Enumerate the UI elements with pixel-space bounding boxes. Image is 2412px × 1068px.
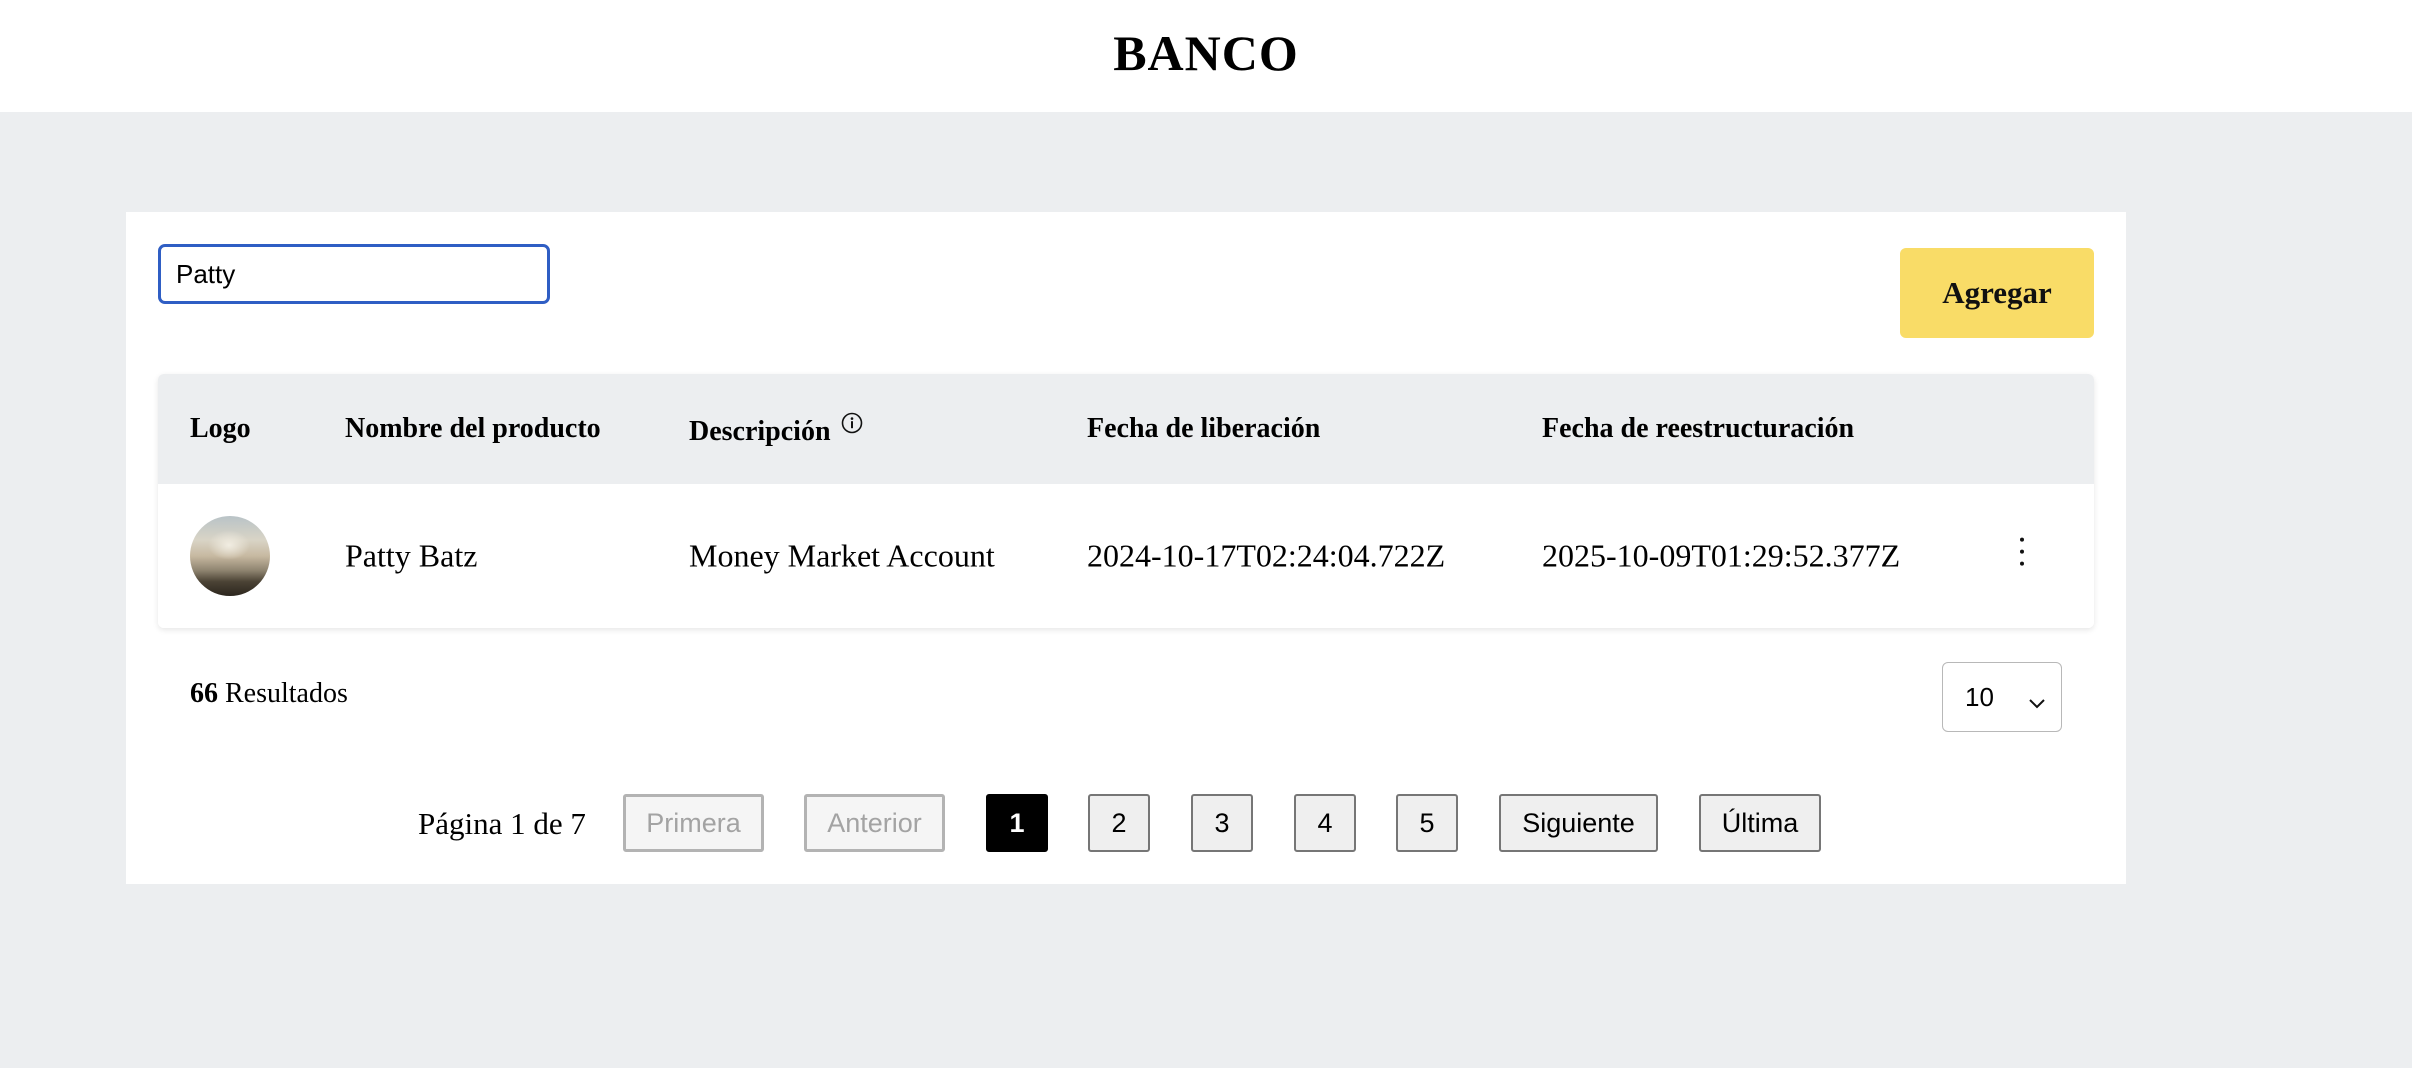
last-page-button[interactable]: Última (1699, 794, 1821, 852)
product-description: Money Market Account (689, 537, 995, 574)
column-description: Descripción (689, 410, 863, 448)
add-button[interactable]: Agregar (1900, 248, 2094, 338)
table-header: Logo Nombre del producto Descripción Fec… (158, 374, 2094, 484)
chevron-down-icon (2027, 687, 2047, 718)
avatar (190, 516, 270, 596)
page-button-3[interactable]: 3 (1191, 794, 1253, 852)
column-name: Nombre del producto (345, 413, 601, 444)
search-input[interactable] (158, 244, 550, 304)
column-restructure-date: Fecha de reestructuración (1542, 413, 1855, 444)
first-page-button[interactable]: Primera (623, 794, 764, 852)
product-logo (190, 516, 270, 596)
page-size-value: 10 (1965, 681, 1994, 712)
products-card: Agregar Logo Nombre del producto Descrip… (126, 212, 2126, 884)
page-info: Página 1 de 7 (418, 806, 586, 841)
products-table: Logo Nombre del producto Descripción Fec… (158, 374, 2094, 628)
results-label: Resultados (225, 678, 348, 709)
page-button-1[interactable]: 1 (986, 794, 1048, 852)
top-bar: BANCO (0, 0, 2412, 112)
pagination: Página 1 de 7 Primera Anterior 1 2 3 4 5… (126, 794, 2126, 854)
brand-title: BANCO (1113, 25, 1299, 81)
page-button-4[interactable]: 4 (1294, 794, 1356, 852)
page-button-5[interactable]: 5 (1396, 794, 1458, 852)
product-name: Patty Batz (345, 537, 478, 574)
next-page-button[interactable]: Siguiente (1499, 794, 1658, 852)
more-vertical-icon[interactable] (2012, 534, 2032, 570)
column-description-label: Descripción (689, 416, 831, 447)
product-restructure-date: 2025-10-09T01:29:52.377Z (1542, 537, 1901, 574)
results-number: 66 (190, 678, 218, 709)
results-count: 66 Resultados (190, 678, 348, 710)
column-release-date: Fecha de liberación (1087, 413, 1321, 444)
page-button-2[interactable]: 2 (1088, 794, 1150, 852)
page-size-select[interactable]: 10 (1942, 662, 2062, 732)
product-release-date: 2024-10-17T02:24:04.722Z (1087, 537, 1446, 574)
table-row: Patty Batz Money Market Account 2024-10-… (158, 484, 2094, 628)
previous-page-button[interactable]: Anterior (804, 794, 945, 852)
info-icon[interactable] (841, 410, 863, 442)
column-logo: Logo (190, 413, 251, 444)
